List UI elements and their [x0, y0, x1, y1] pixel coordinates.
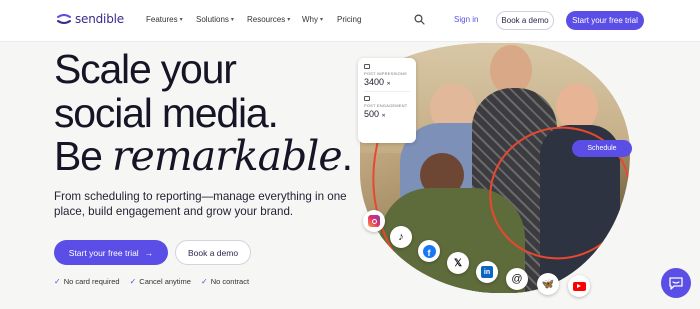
chevron-down-icon: ▾	[320, 17, 324, 23]
sign-in-link[interactable]: Sign in	[454, 15, 478, 24]
post-stats-card: POST IMPRESSIONS 3400 ✕ POST ENGAGEMENT …	[358, 58, 416, 143]
chat-widget-button[interactable]	[661, 268, 691, 298]
hero-subtitle: From scheduling to reporting—manage ever…	[54, 190, 347, 218]
main-menu: Features ▾ Solutions ▾ Resources ▾ Why ▾ Pri…	[146, 15, 361, 24]
tiktok-icon: ♪	[390, 226, 412, 248]
engagement-label: POST ENGAGEMENT	[364, 103, 408, 108]
menu-solutions[interactable]: Solutions ▾	[196, 15, 247, 24]
hero-heading-be: Be	[54, 133, 112, 179]
hero-heading-line1: Scale your	[54, 46, 237, 92]
benefit-item: ✓ No card required	[54, 277, 120, 286]
menu-label: Why	[302, 15, 318, 24]
menu-label: Resources	[247, 15, 286, 24]
menu-label: Features	[146, 15, 178, 24]
linkedin-icon: in	[476, 261, 498, 283]
benefit-label: No card required	[63, 277, 120, 286]
hero-free-trial-label: Start your free trial	[68, 247, 139, 258]
sparkle-icon: ✕	[386, 81, 391, 87]
engagement-number: 500	[364, 109, 380, 119]
check-icon: ✓	[54, 277, 61, 286]
top-nav: sendible Features ▾ Solutions ▾ Resources ▾…	[0, 0, 700, 42]
bluesky-icon: 🦋	[537, 273, 559, 295]
impressions-number: 3400	[364, 77, 385, 87]
hero-book-demo-button[interactable]: Book a demo	[175, 240, 251, 265]
eye-icon	[364, 64, 370, 69]
x-icon: 𝕏	[447, 252, 469, 274]
chat-icon	[669, 276, 683, 290]
hero-heading-period: .	[341, 133, 353, 179]
nav-book-demo-button[interactable]: Book a demo	[496, 11, 554, 30]
facebook-icon: f	[418, 240, 440, 262]
hero-heading-line3: Be remarkable.	[54, 132, 353, 180]
chevron-down-icon: ▾	[287, 17, 291, 23]
sendible-logo-icon	[57, 14, 71, 24]
engagement-value: 500 ✕	[364, 109, 410, 119]
chevron-down-icon: ▾	[179, 17, 183, 23]
menu-features[interactable]: Features ▾	[146, 15, 196, 24]
benefit-item: ✓ No contract	[201, 277, 249, 286]
check-icon: ✓	[200, 277, 208, 286]
benefit-label: Cancel anytime	[139, 277, 191, 286]
divider	[364, 91, 410, 92]
schedule-badge: Schedule	[572, 140, 632, 157]
sendible-logo[interactable]: sendible	[56, 12, 124, 26]
hero-heading-line2: social media.	[54, 90, 279, 136]
engagement-icon	[364, 96, 370, 101]
benefits-list: ✓ No card required ✓ Cancel anytime ✓ No co…	[54, 277, 249, 286]
menu-why[interactable]: Why ▾	[302, 15, 337, 24]
impressions-label: POST IMPRESSIONS	[364, 71, 407, 76]
search-icon[interactable]	[414, 14, 425, 25]
check-icon: ✓	[129, 277, 137, 286]
instagram-icon	[363, 210, 385, 232]
menu-resources[interactable]: Resources ▾	[247, 15, 302, 24]
threads-icon: @	[506, 268, 528, 290]
hero-heading-remarkable: remarkable	[111, 132, 343, 180]
menu-label: Solutions	[196, 15, 229, 24]
impressions-value: 3400 ✕	[364, 77, 410, 87]
benefit-label: No contract	[210, 277, 250, 286]
hero-free-trial-button[interactable]: Start your free trial →	[54, 240, 168, 265]
logo-text: sendible	[75, 12, 124, 26]
menu-pricing[interactable]: Pricing	[337, 15, 361, 24]
nav-free-trial-button[interactable]: Start your free trial	[566, 11, 644, 30]
sparkle-icon: ✕	[381, 113, 386, 119]
youtube-icon	[568, 275, 590, 297]
arrow-right-icon: →	[144, 247, 154, 258]
chevron-down-icon: ▾	[230, 17, 234, 23]
menu-label: Pricing	[337, 15, 362, 24]
benefit-item: ✓ Cancel anytime	[130, 277, 191, 286]
